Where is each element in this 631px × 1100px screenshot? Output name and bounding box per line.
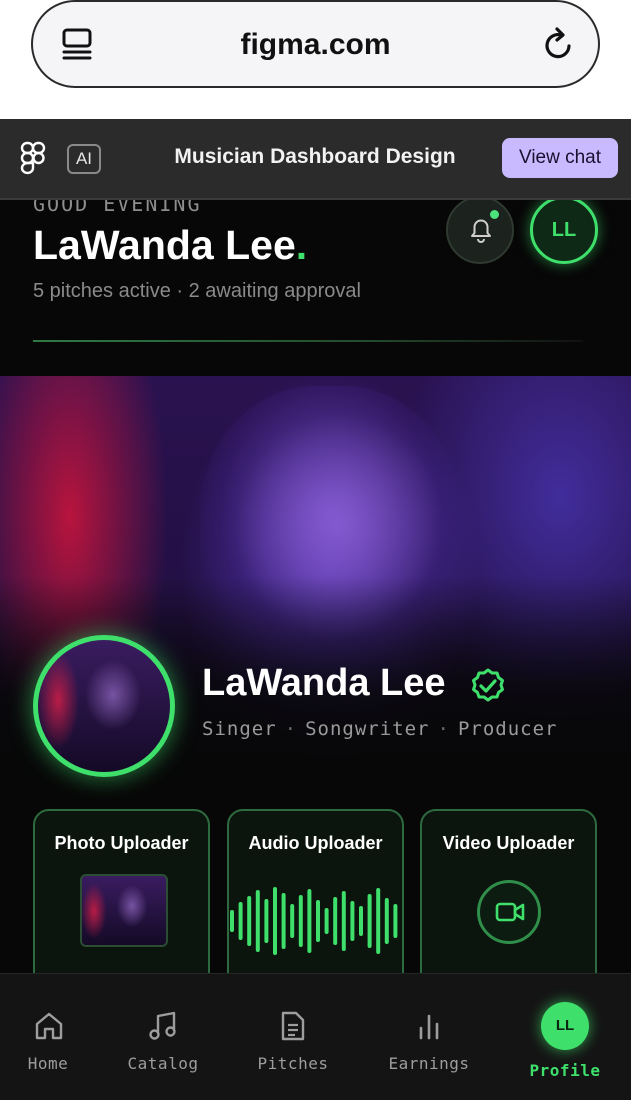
role-songwriter: Songwriter bbox=[305, 718, 430, 740]
record-video-button[interactable] bbox=[477, 880, 541, 944]
audio-uploader-card[interactable]: Audio Uploader bbox=[227, 809, 404, 973]
view-chat-button[interactable]: View chat bbox=[502, 138, 618, 178]
video-uploader-card[interactable]: Video Uploader bbox=[420, 809, 597, 973]
card-title: Video Uploader bbox=[442, 833, 575, 853]
nav-label: Home bbox=[27, 1054, 69, 1073]
photo-thumbnail[interactable] bbox=[80, 874, 168, 947]
notifications-button[interactable] bbox=[446, 200, 514, 264]
divider bbox=[33, 340, 583, 342]
nav-home[interactable]: Home bbox=[14, 974, 82, 1100]
nav-label: Earnings bbox=[388, 1054, 470, 1073]
figma-logo-icon[interactable] bbox=[20, 141, 46, 175]
role-separator: · bbox=[437, 718, 450, 740]
greeting-name-text: LaWanda Lee bbox=[33, 222, 296, 268]
file-title: Musician Dashboard Design bbox=[174, 145, 456, 168]
dashboard-content: GOOD EVENING LaWanda Lee. 5 pitches acti… bbox=[0, 200, 631, 973]
browser-toolbar: figma.com bbox=[0, 0, 631, 119]
card-title: Audio Uploader bbox=[248, 833, 383, 853]
nav-label-active: Profile bbox=[529, 1061, 601, 1080]
profile-roles: Singer · Songwriter · Producer bbox=[202, 718, 557, 740]
nav-profile[interactable]: LL Profile bbox=[522, 974, 608, 1100]
card-title: Photo Uploader bbox=[54, 833, 189, 853]
notification-dot bbox=[490, 210, 499, 219]
document-icon bbox=[281, 1011, 305, 1041]
nav-pitches[interactable]: Pitches bbox=[248, 974, 338, 1100]
figma-header: AI Musician Dashboard Design View chat bbox=[0, 119, 631, 200]
greeting-dot: . bbox=[295, 222, 308, 268]
greeting-name: LaWanda Lee. bbox=[33, 222, 307, 269]
nav-label: Catalog bbox=[127, 1054, 199, 1073]
user-avatar[interactable]: LL bbox=[530, 200, 598, 264]
pitch-summary: 5 pitches active · 2 awaiting approval bbox=[33, 280, 361, 302]
bar-chart-icon bbox=[419, 1014, 439, 1040]
waveform-icon bbox=[230, 887, 398, 955]
photo-uploader-card[interactable]: Photo Uploader bbox=[33, 809, 210, 973]
reload-icon[interactable] bbox=[542, 26, 576, 62]
profile-photo[interactable] bbox=[33, 635, 175, 777]
music-note-icon bbox=[149, 1011, 176, 1040]
url-text[interactable]: figma.com bbox=[33, 28, 598, 62]
nav-label: Pitches bbox=[257, 1054, 329, 1073]
nav-earnings[interactable]: Earnings bbox=[380, 974, 478, 1100]
verified-badge-icon bbox=[472, 668, 504, 702]
home-icon bbox=[35, 1012, 63, 1040]
video-camera-icon bbox=[495, 902, 525, 922]
bell-icon bbox=[471, 219, 491, 243]
role-singer: Singer bbox=[202, 718, 277, 740]
address-bar[interactable]: figma.com bbox=[31, 0, 600, 88]
role-producer: Producer bbox=[457, 718, 558, 740]
bottom-navigation: Home Catalog Pitches Earnings LL Profile bbox=[0, 973, 631, 1100]
ai-badge[interactable]: AI bbox=[67, 144, 101, 174]
nav-catalog[interactable]: Catalog bbox=[118, 974, 208, 1100]
profile-nav-avatar: LL bbox=[541, 1002, 589, 1050]
profile-name: LaWanda Lee bbox=[202, 662, 446, 704]
role-separator: · bbox=[284, 718, 298, 740]
greeting-salutation: GOOD EVENING bbox=[33, 200, 202, 216]
